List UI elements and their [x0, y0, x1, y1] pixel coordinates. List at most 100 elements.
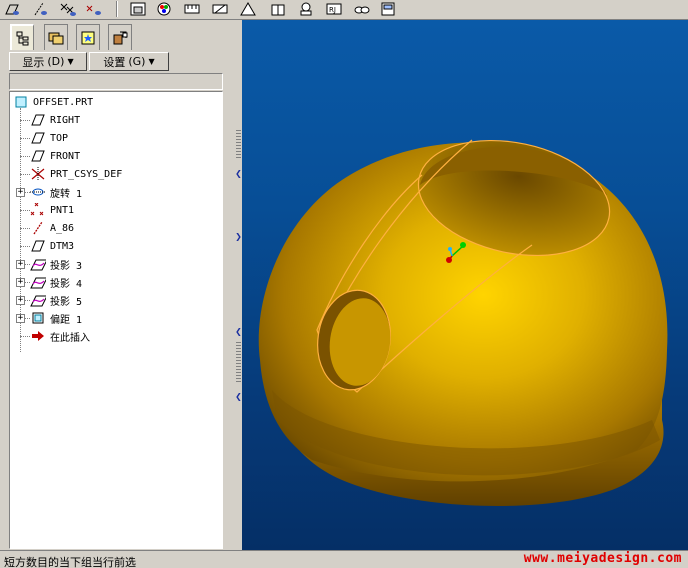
datum-plane-icon: [30, 113, 46, 127]
projection-icon: [30, 257, 46, 271]
dropdown-arrow-icon: ▼: [67, 57, 74, 66]
model-tree-icon: [16, 31, 28, 46]
tree-item-label: 旋转 1: [50, 188, 83, 200]
model-tree: OFFSET.PRT RIGHT TOP FRONT PRT_CSYS_DEF + 旋转 …: [9, 91, 223, 549]
window-icon[interactable]: [378, 0, 398, 18]
projection-icon: [30, 293, 46, 307]
favorites-icon: [81, 31, 95, 44]
spin-center-icon[interactable]: [268, 0, 288, 18]
tree-expand-toggle[interactable]: +: [16, 260, 25, 269]
tree-expand-toggle[interactable]: +: [16, 296, 25, 305]
tab-connections[interactable]: [108, 24, 132, 50]
settings-menu-key: (G): [128, 55, 146, 68]
connections-icon: [113, 31, 128, 44]
tree-column-header: [9, 73, 223, 90]
tree-item[interactable]: FRONT: [30, 148, 80, 164]
model-tree-panel: 显示 (D) ▼ 设置 (G) ▼ OFFSET.PRT RIGHT TOP FRO…: [0, 20, 235, 550]
ruler-icon[interactable]: [210, 0, 230, 18]
datum-plane-display-icon[interactable]: [2, 0, 22, 18]
tree-root-item[interactable]: OFFSET.PRT: [13, 94, 93, 110]
dropdown-arrow-icon: ▼: [148, 57, 155, 66]
insert-here-arrow-icon: [30, 329, 46, 343]
tree-item[interactable]: PRT_CSYS_DEF: [30, 166, 122, 182]
tree-item-label: PNT1: [50, 204, 75, 216]
tree-item[interactable]: DTM3: [30, 238, 74, 254]
cloud-render-icon[interactable]: [352, 0, 372, 18]
datum-point-icon: [30, 203, 46, 217]
offset-icon: [30, 311, 46, 325]
tree-connector-line: [20, 120, 30, 121]
tree-connector-line: [20, 174, 30, 175]
datum-plane-icon: [30, 131, 46, 145]
panel-splitter[interactable]: ❮ ❯ ❮ ❮: [235, 20, 242, 550]
tree-connector-line: [20, 246, 30, 247]
site-watermark: www.meiyadesign.com: [523, 551, 682, 566]
tree-item[interactable]: 投影 5: [30, 292, 82, 308]
show-menu-key: (D): [47, 55, 65, 68]
tree-item[interactable]: PNT1: [30, 202, 74, 218]
part-icon: [13, 95, 29, 109]
svg-text:RJ: RJ: [329, 6, 336, 14]
datum-plane-icon: [30, 149, 46, 163]
tree-connector-line: [20, 228, 30, 229]
collapse-left-arrow-icon[interactable]: ❮: [235, 393, 242, 401]
csys-display-icon[interactable]: [84, 0, 104, 18]
tab-model-tree[interactable]: [10, 24, 34, 50]
settings-menu-label: 设置: [103, 55, 126, 69]
datum-point-display-icon[interactable]: [58, 0, 78, 18]
tree-item-label: RIGHT: [50, 114, 81, 126]
graphics-viewport[interactable]: [242, 20, 688, 550]
tree-item-label: 在此插入: [50, 332, 90, 344]
tree-item-label: 投影 4: [50, 278, 83, 290]
tree-item-label: A_86: [50, 222, 75, 234]
tab-favorites[interactable]: [76, 24, 100, 50]
tree-item-label: TOP: [50, 132, 69, 144]
tree-item[interactable]: 旋转 1: [30, 184, 82, 200]
splitter-grip: [236, 342, 241, 382]
datum-triangle-icon[interactable]: [238, 0, 258, 18]
collapse-left-arrow-icon[interactable]: ❮: [235, 328, 242, 336]
main-toolbar: RJ: [0, 0, 688, 20]
datum-axis-icon: [30, 221, 46, 235]
save-view-icon[interactable]: [128, 0, 148, 18]
tree-item-label: 偏距 1: [50, 314, 83, 326]
tree-connector-line: [20, 210, 30, 211]
tree-connector-line: [20, 336, 30, 337]
tree-root-label: OFFSET.PRT: [33, 96, 94, 108]
status-message: 短方数目的当下组当行前选: [4, 556, 136, 568]
folder-browser-icon: [48, 32, 64, 44]
tree-connector-line: [20, 138, 30, 139]
tree-item[interactable]: 在此插入: [30, 328, 90, 344]
tree-item-label: 投影 3: [50, 260, 83, 272]
revolve-icon: [30, 185, 46, 199]
tree-expand-toggle[interactable]: +: [16, 188, 25, 197]
helmet-model-render[interactable]: [242, 20, 688, 550]
tree-expand-toggle[interactable]: +: [16, 314, 25, 323]
show-menu-label: 显示: [22, 55, 45, 69]
tree-item-label: 投影 5: [50, 296, 83, 308]
expand-right-arrow-icon[interactable]: ❯: [235, 233, 242, 241]
relations-icon[interactable]: RJ: [324, 0, 344, 18]
show-menu-button[interactable]: 显示 (D) ▼: [9, 52, 87, 71]
tab-folder-browser[interactable]: [44, 24, 68, 50]
settings-menu-button[interactable]: 设置 (G) ▼: [89, 52, 169, 71]
appearance-color-icon[interactable]: [154, 0, 174, 18]
tree-item[interactable]: TOP: [30, 130, 68, 146]
splitter-grip: [236, 130, 241, 160]
tree-item[interactable]: A_86: [30, 220, 74, 236]
orient-icon[interactable]: [296, 0, 316, 18]
measure-icon[interactable]: [182, 0, 202, 18]
tree-item[interactable]: 投影 4: [30, 274, 82, 290]
toolbar-separator: [116, 1, 118, 17]
tree-connector-line: [20, 156, 30, 157]
tree-expand-toggle[interactable]: +: [16, 278, 25, 287]
tree-item[interactable]: RIGHT: [30, 112, 80, 128]
csys-icon: [30, 167, 46, 181]
datum-axis-display-icon[interactable]: [30, 0, 50, 18]
status-bar: 短方数目的当下组当行前选 www.meiyadesign.com: [0, 550, 688, 568]
tree-item[interactable]: 投影 3: [30, 256, 82, 272]
datum-plane-icon: [30, 239, 46, 253]
tree-item[interactable]: 偏距 1: [30, 310, 82, 326]
collapse-left-arrow-icon[interactable]: ❮: [235, 170, 242, 178]
tree-item-label: FRONT: [50, 150, 81, 162]
